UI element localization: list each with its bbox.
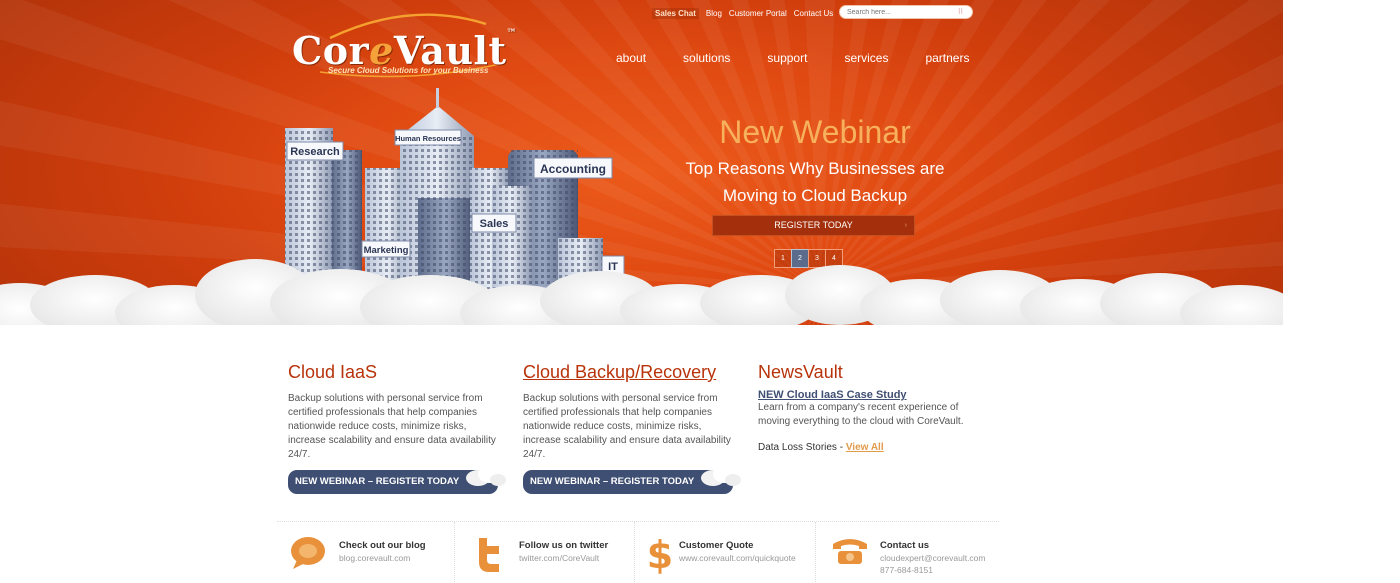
cloud-iaas-webinar-button[interactable]: NEW WEBINAR – REGISTER TODAY [288,465,506,494]
promo-subline-1: Top Reasons Why Businesses are [685,159,945,178]
cloud-puff-decoration [466,465,506,486]
svg-text:$: $ [647,534,673,574]
footer-customer-quote[interactable]: $ Customer Quote www.corevault.com/quick… [635,522,816,583]
svg-text:Sales: Sales [480,218,509,230]
contact-email: cloudexpert@corevault.com [880,553,986,563]
cloud-backup-column: Cloud Backup/Recovery Backup solutions w… [523,362,741,494]
svg-text:Research: Research [290,146,340,158]
sign-accounting: Accounting [533,157,613,179]
chevron-right-icon: › [904,222,907,229]
sales-chat-link[interactable]: Sales Chat [652,7,699,19]
footer-blog[interactable]: Check out our blog blog.corevault.com [277,522,455,583]
newsvault-column: NewsVault NEW Cloud IaaS Case Study Lear… [758,362,968,453]
newsvault-heading: NewsVault [758,362,843,382]
nav-services[interactable]: services [844,51,888,65]
blog-link[interactable]: Blog [706,9,722,18]
promo-headline: New Webinar [719,114,911,150]
cloud-iaas-heading: Cloud IaaS [288,362,378,382]
cloud-backup-body: Backup solutions with personal service f… [523,393,731,460]
data-loss-stories: Data Loss Stories - View All [758,442,884,453]
search-icon[interactable]: ⁝⁝ [958,8,963,16]
cloud-backup-webinar-button[interactable]: NEW WEBINAR – REGISTER TODAY [523,465,741,494]
hero-banner: CoreVault™ Secure Cloud Solutions for yo… [0,0,1283,340]
cloud-puff-decoration [701,465,741,486]
view-all-link[interactable]: View All [846,442,884,453]
cloud-iaas-column: Cloud IaaS Backup solutions with persona… [288,362,506,494]
nav-solutions[interactable]: solutions [683,51,730,65]
customer-portal-link[interactable]: Customer Portal [729,9,787,18]
webinar-promo: New Webinar Top Reasons Why Businesses a… [660,112,970,209]
nav-partners[interactable]: partners [925,51,969,65]
contact-us-link[interactable]: Contact Us [794,9,834,18]
telephone-icon [833,539,867,564]
case-study-body: Learn from a company's recent experience… [758,402,964,427]
sign-sales: Sales [471,213,517,233]
footer-strip: Check out our blog blog.corevault.com Fo… [277,521,999,583]
svg-text:Accounting: Accounting [540,162,606,176]
main-nav: about solutions support services partner… [616,51,969,65]
footer-twitter[interactable]: Follow us on twitter twitter.com/CoreVau… [455,522,635,583]
sign-human-resources: Human Resources [394,129,462,146]
case-study-link[interactable]: NEW Cloud IaaS Case Study [758,389,968,401]
svg-text:Human Resources: Human Resources [395,134,461,143]
logo-tagline: Secure Cloud Solutions for your Business [328,66,489,75]
contact-phone: 877-684-8151 [880,565,933,575]
cloud-backup-heading-link[interactable]: Cloud Backup/Recovery [523,362,733,382]
nav-support[interactable]: support [767,51,807,65]
dollar-sign-icon: $ [647,534,673,574]
search-input[interactable] [839,5,973,19]
register-today-button[interactable]: REGISTER TODAY › [712,215,915,236]
corevault-logo[interactable]: CoreVault™ Secure Cloud Solutions for yo… [290,8,530,78]
nav-about[interactable]: about [616,51,646,65]
sign-research: Research [286,141,344,161]
promo-subline-2: Moving to Cloud Backup [722,186,908,205]
twitter-bird-icon [479,538,499,572]
clouds-decoration [0,259,1283,340]
cloud-iaas-body: Backup solutions with personal service f… [288,393,496,460]
utility-nav: Sales Chat Blog Customer Portal Contact … [652,6,840,20]
speech-bubble-icon [291,537,325,569]
footer-contact[interactable]: Contact us cloudexpert@corevault.com 877… [816,522,999,583]
